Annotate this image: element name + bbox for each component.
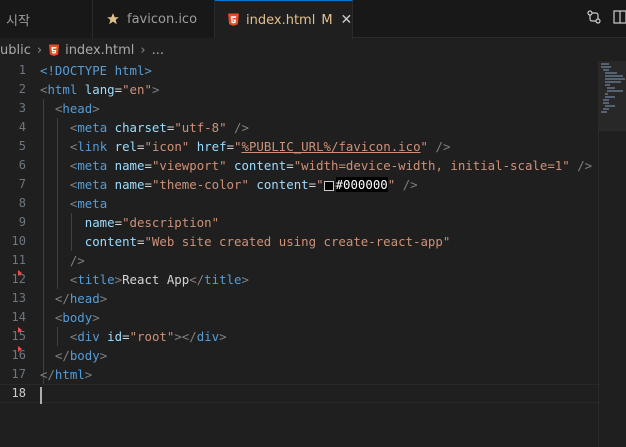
code-line: <meta xyxy=(69,196,108,211)
line-number: 13 xyxy=(11,291,26,305)
close-icon[interactable]: ✕ xyxy=(341,12,353,28)
code-line: <head> xyxy=(54,101,100,116)
attr-value: "description" xyxy=(122,215,220,230)
attr-value: "en" xyxy=(122,82,152,97)
line-number: 4 xyxy=(18,120,26,134)
code-line: /> xyxy=(69,253,85,268)
code-content[interactable]: <!DOCTYPE html> <html lang="en"> <head> … xyxy=(0,61,600,404)
code-line: <title>React App</title> xyxy=(69,272,249,287)
html5-icon xyxy=(227,12,240,28)
breadcrumb-file-label: index.html xyxy=(65,42,135,58)
line-number: 8 xyxy=(18,196,26,210)
code-line: </html> xyxy=(40,367,93,382)
breadcrumb: ublic › index.html › ... xyxy=(0,39,626,61)
code-line: <div id="root"></div> xyxy=(69,329,227,344)
hex-color-value: #000000 xyxy=(335,177,388,192)
line-number: 5 xyxy=(18,139,26,153)
chevron-right-icon: › xyxy=(140,42,146,58)
line-number: 6 xyxy=(18,158,26,172)
attr-value: "icon" xyxy=(144,139,190,154)
code-line: <html lang="en"> xyxy=(40,82,160,97)
star-icon xyxy=(105,11,121,27)
line-number: 1 xyxy=(18,63,26,77)
code-line: <!DOCTYPE html> xyxy=(40,61,600,80)
code-editor[interactable]: 1 2 3 4 5 6 7 8 9 10 11 12 13 14 15 16 1… xyxy=(0,61,626,447)
modified-indicator: M xyxy=(321,12,333,28)
color-swatch[interactable] xyxy=(323,180,334,191)
doctype: <!DOCTYPE html> xyxy=(40,63,152,78)
line-number: 2 xyxy=(18,82,26,96)
change-marker-icon xyxy=(18,327,22,333)
tab-label: favicon.ico xyxy=(127,11,198,27)
code-line: <meta name="theme-color" content=" #00000… xyxy=(69,177,418,192)
code-line: </body> xyxy=(54,348,108,363)
tab-index-html[interactable]: index.html M ✕ xyxy=(215,0,353,39)
code-line: content="Web site created using create-r… xyxy=(84,234,451,249)
code-line: <body> xyxy=(54,310,100,325)
editor-actions xyxy=(578,0,626,38)
code-line-active xyxy=(0,384,600,404)
code-line: <meta name="viewport" content="width=dev… xyxy=(69,158,593,173)
breadcrumb-more[interactable]: ... xyxy=(152,43,164,58)
line-number: 7 xyxy=(18,177,26,191)
chevron-right-icon: › xyxy=(36,42,43,58)
attr-value: "theme-color" xyxy=(151,177,249,192)
attr-value: "Web site created using create-react-app… xyxy=(144,234,451,249)
tab-label: 시작 xyxy=(6,13,30,29)
line-number: 3 xyxy=(18,101,26,115)
breadcrumb-folder[interactable]: ublic xyxy=(0,43,31,58)
line-number: 9 xyxy=(18,215,26,229)
attr-value: "width=device-width, initial-scale=1" xyxy=(293,158,570,173)
minimap[interactable] xyxy=(598,61,626,131)
line-number: 10 xyxy=(11,234,26,248)
attr-value: "root" xyxy=(129,329,175,344)
split-editor-icon[interactable] xyxy=(612,9,626,29)
text-cursor xyxy=(40,387,42,404)
attr-value: "utf-8" xyxy=(174,120,227,135)
tab-favicon[interactable]: favicon.ico xyxy=(93,0,215,38)
code-line: <link rel="icon" href="%PUBLIC_URL%/favi… xyxy=(69,139,451,154)
line-number: 17 xyxy=(11,367,26,381)
compare-changes-icon[interactable] xyxy=(586,9,602,29)
attr-value: "viewport" xyxy=(151,158,227,173)
breadcrumb-file[interactable]: index.html xyxy=(48,43,134,58)
tab-bar: 시작 favicon.ico index.html M ✕ xyxy=(0,0,626,39)
code-line: </head> xyxy=(54,291,108,306)
code-line: <meta charset="utf-8" /> xyxy=(69,120,249,135)
line-number: 14 xyxy=(11,310,26,324)
html5-icon xyxy=(49,44,60,56)
change-marker-icon xyxy=(18,346,22,352)
title-text: React App xyxy=(122,272,190,287)
line-number: 11 xyxy=(11,253,26,267)
code-line: name="description" xyxy=(84,215,220,230)
tab-label: index.html xyxy=(246,12,316,28)
href-link[interactable]: %PUBLIC_URL%/favicon.ico xyxy=(242,139,421,154)
change-marker-icon xyxy=(18,270,22,276)
tab-start[interactable]: 시작 xyxy=(0,0,93,38)
